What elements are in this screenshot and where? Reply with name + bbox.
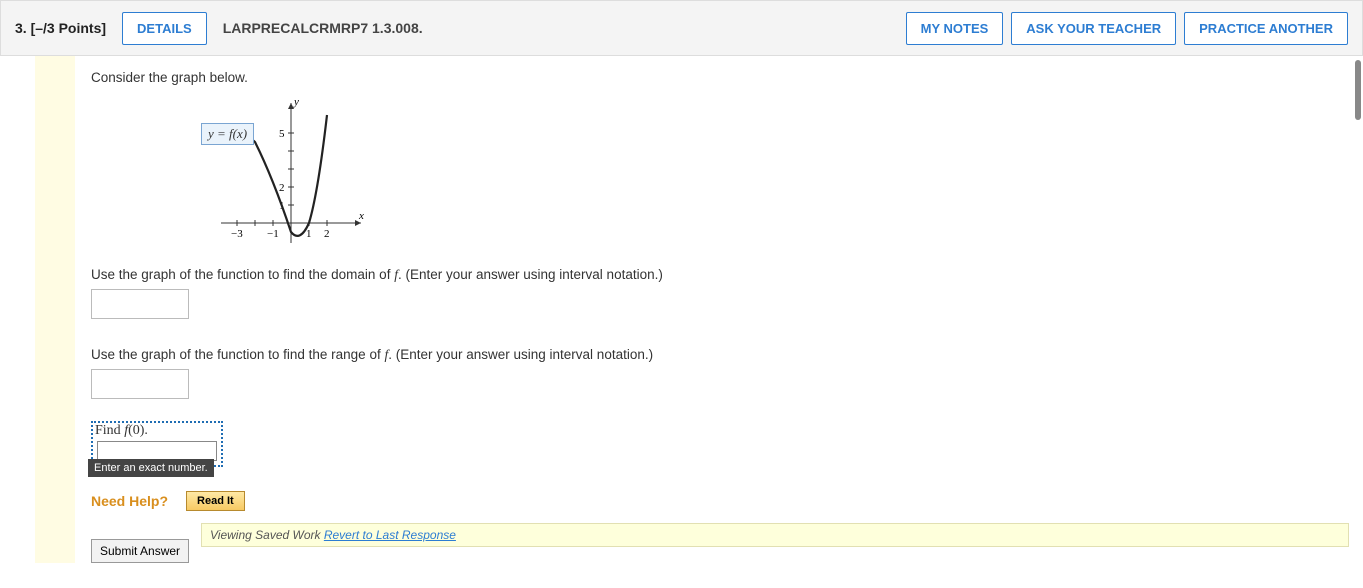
header-right: MY NOTES ASK YOUR TEACHER PRACTICE ANOTH… — [906, 12, 1348, 45]
svg-text:2: 2 — [279, 182, 285, 194]
page-scrollbar[interactable] — [1355, 60, 1361, 120]
question-number: 3. [–/3 Points] — [15, 20, 106, 36]
range-answer-input[interactable] — [91, 369, 189, 399]
x-axis-label: x — [358, 210, 364, 222]
left-margin — [0, 56, 35, 563]
submit-row: Submit Answer — [91, 539, 1349, 563]
svg-text:−3: −3 — [231, 228, 243, 240]
content-wrap: Consider the graph below. y = f(x) — [0, 56, 1363, 563]
highlight-margin — [35, 56, 75, 563]
header-left: 3. [–/3 Points] DETAILS LARPRECALCRMRP7 … — [15, 12, 423, 45]
input-tooltip: Enter an exact number. — [88, 459, 214, 477]
textbook-ref: LARPRECALCRMRP7 1.3.008. — [223, 20, 423, 36]
find-f0-block: Find f(0). Enter an exact number. — [91, 421, 1349, 467]
question-body: Consider the graph below. y = f(x) — [77, 56, 1363, 563]
ask-teacher-button[interactable]: ASK YOUR TEACHER — [1011, 12, 1176, 45]
consider-text: Consider the graph below. — [91, 70, 1349, 85]
y-axis-label: y — [293, 96, 299, 108]
svg-text:5: 5 — [279, 128, 285, 140]
domain-answer-input[interactable] — [91, 289, 189, 319]
domain-question: Use the graph of the function to find th… — [91, 267, 1349, 283]
f0-answer-input[interactable] — [97, 441, 217, 461]
question-header: 3. [–/3 Points] DETAILS LARPRECALCRMRP7 … — [0, 0, 1363, 56]
need-help-row: Need Help? Read It — [91, 491, 1349, 511]
curve-equation-label: y = f(x) — [201, 123, 254, 145]
revert-link[interactable]: Revert to Last Response — [324, 528, 456, 542]
submit-answer-button[interactable]: Submit Answer — [91, 539, 189, 563]
range-question: Use the graph of the function to find th… — [91, 347, 1349, 363]
practice-another-button[interactable]: PRACTICE ANOTHER — [1184, 12, 1348, 45]
details-button[interactable]: DETAILS — [122, 12, 207, 45]
svg-text:−1: −1 — [267, 228, 279, 240]
read-it-button[interactable]: Read It — [186, 491, 245, 511]
svg-text:2: 2 — [324, 228, 330, 240]
find-f0-label: Find f(0). — [93, 423, 221, 439]
graph-svg: −3 −1 1 2 1 2 5 y x — [201, 93, 371, 253]
my-notes-button[interactable]: MY NOTES — [906, 12, 1004, 45]
function-graph: y = f(x) −3 — [201, 93, 371, 253]
svg-text:1: 1 — [306, 228, 312, 240]
need-help-label: Need Help? — [91, 493, 168, 509]
